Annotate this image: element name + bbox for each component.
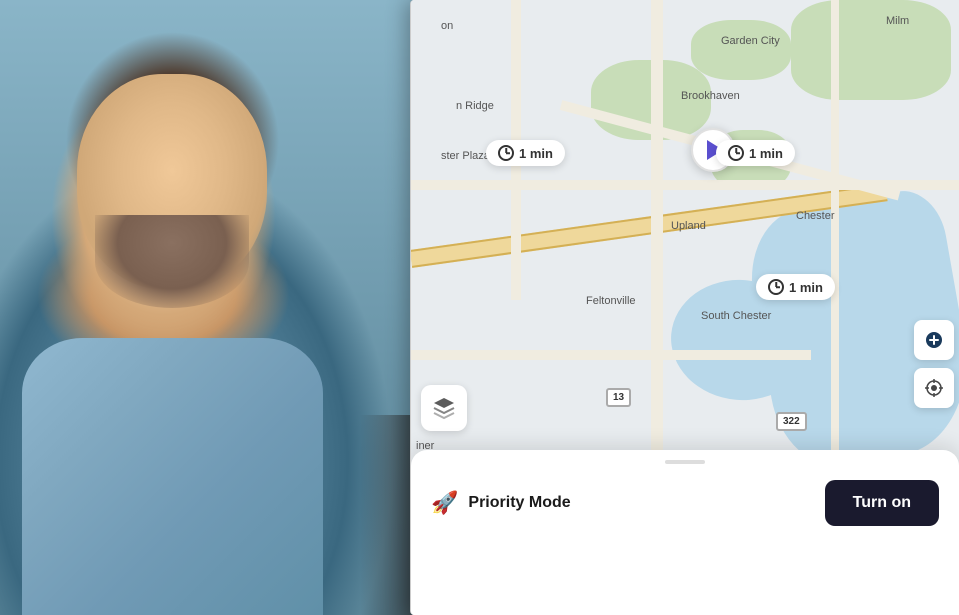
priority-mode-label: Priority Mode [468,494,570,512]
driver-photo [0,0,430,615]
rocket-icon: 🚀 [431,490,458,516]
map-label-on: on [441,20,453,32]
bottom-sheet: 🚀 Priority Mode Turn on [411,450,959,615]
priority-mode-section: 🚀 Priority Mode [431,490,571,516]
clock-icon-1 [498,145,514,161]
bottom-sheet-content: 🚀 Priority Mode Turn on [411,464,959,542]
time-badge-3-text: 1 min [789,280,823,295]
add-location-button[interactable] [914,320,954,360]
add-location-icon [924,330,944,350]
highway-shield-322: 322 [776,412,807,431]
map-label-south-chester: South Chester [701,310,771,322]
layers-control-button[interactable] [421,385,467,431]
map-label-n-ridge: n Ridge [456,100,494,112]
time-badge-2: 1 min [716,140,795,166]
time-badge-3: 1 min [756,274,835,300]
locate-button[interactable] [914,368,954,408]
time-badge-1-text: 1 min [519,146,553,161]
phone-panel: Garden City Brookhaven Upland Feltonvill… [410,0,959,615]
time-badge-1: 1 min [486,140,565,166]
highway-shield-13: 13 [606,388,631,407]
map-label-ester-plaza: ster Plaza [441,150,490,162]
clock-icon-3 [768,279,784,295]
map-label-chester: Chester [796,210,835,222]
map-label-milm: Milm [886,15,909,27]
locate-icon [924,378,944,398]
map-area: Garden City Brookhaven Upland Feltonvill… [411,0,959,460]
layers-icon [432,396,456,420]
map-label-feltonville: Feltonville [586,295,636,307]
clock-icon-2 [728,145,744,161]
map-label-brookhaven: Brookhaven [681,90,740,102]
map-label-upland: Upland [671,220,706,232]
turn-on-button[interactable]: Turn on [825,480,939,526]
time-badge-2-text: 1 min [749,146,783,161]
map-label-garden-city: Garden City [721,35,780,47]
